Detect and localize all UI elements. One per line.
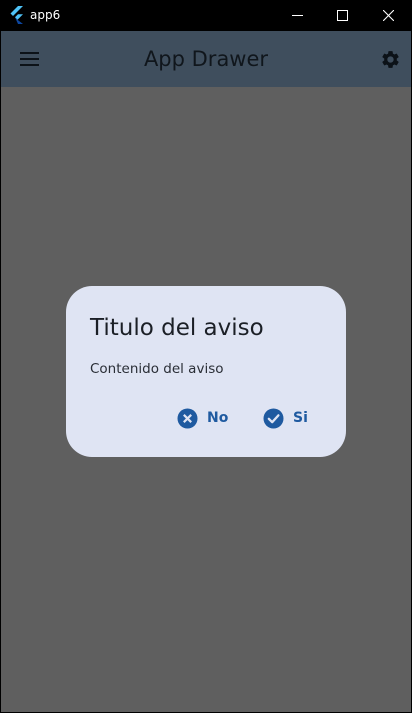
dialog-content: Contenido del aviso [90, 361, 224, 377]
minimize-button[interactable] [274, 0, 320, 31]
app-client-area: App Drawer Titulo del aviso Contenido de… [1, 31, 411, 712]
window-title: app6 [30, 8, 61, 22]
si-button[interactable]: Si [263, 404, 308, 432]
settings-button[interactable] [377, 46, 403, 72]
dialog-title: Titulo del aviso [90, 315, 264, 341]
si-button-label: Si [293, 410, 308, 426]
maximize-icon [336, 10, 348, 21]
maximize-button[interactable] [319, 0, 365, 31]
no-button-label: No [207, 410, 229, 426]
app-bar-title: App Drawer [143, 47, 269, 71]
gear-icon [381, 50, 399, 68]
cancel-circle-icon [177, 408, 198, 429]
close-icon [382, 10, 394, 21]
close-button[interactable] [365, 0, 411, 31]
minimize-icon [291, 15, 303, 16]
app-window: app6 App Drawer Titulo del aviso Conteni… [0, 0, 412, 713]
check-circle-icon [263, 408, 284, 429]
alert-dialog: Titulo del aviso Contenido del aviso No [66, 286, 346, 457]
flutter-app-icon [9, 6, 25, 24]
window-titlebar[interactable]: app6 [0, 0, 412, 31]
no-button[interactable]: No [177, 404, 228, 432]
app-bar: App Drawer [1, 31, 411, 87]
